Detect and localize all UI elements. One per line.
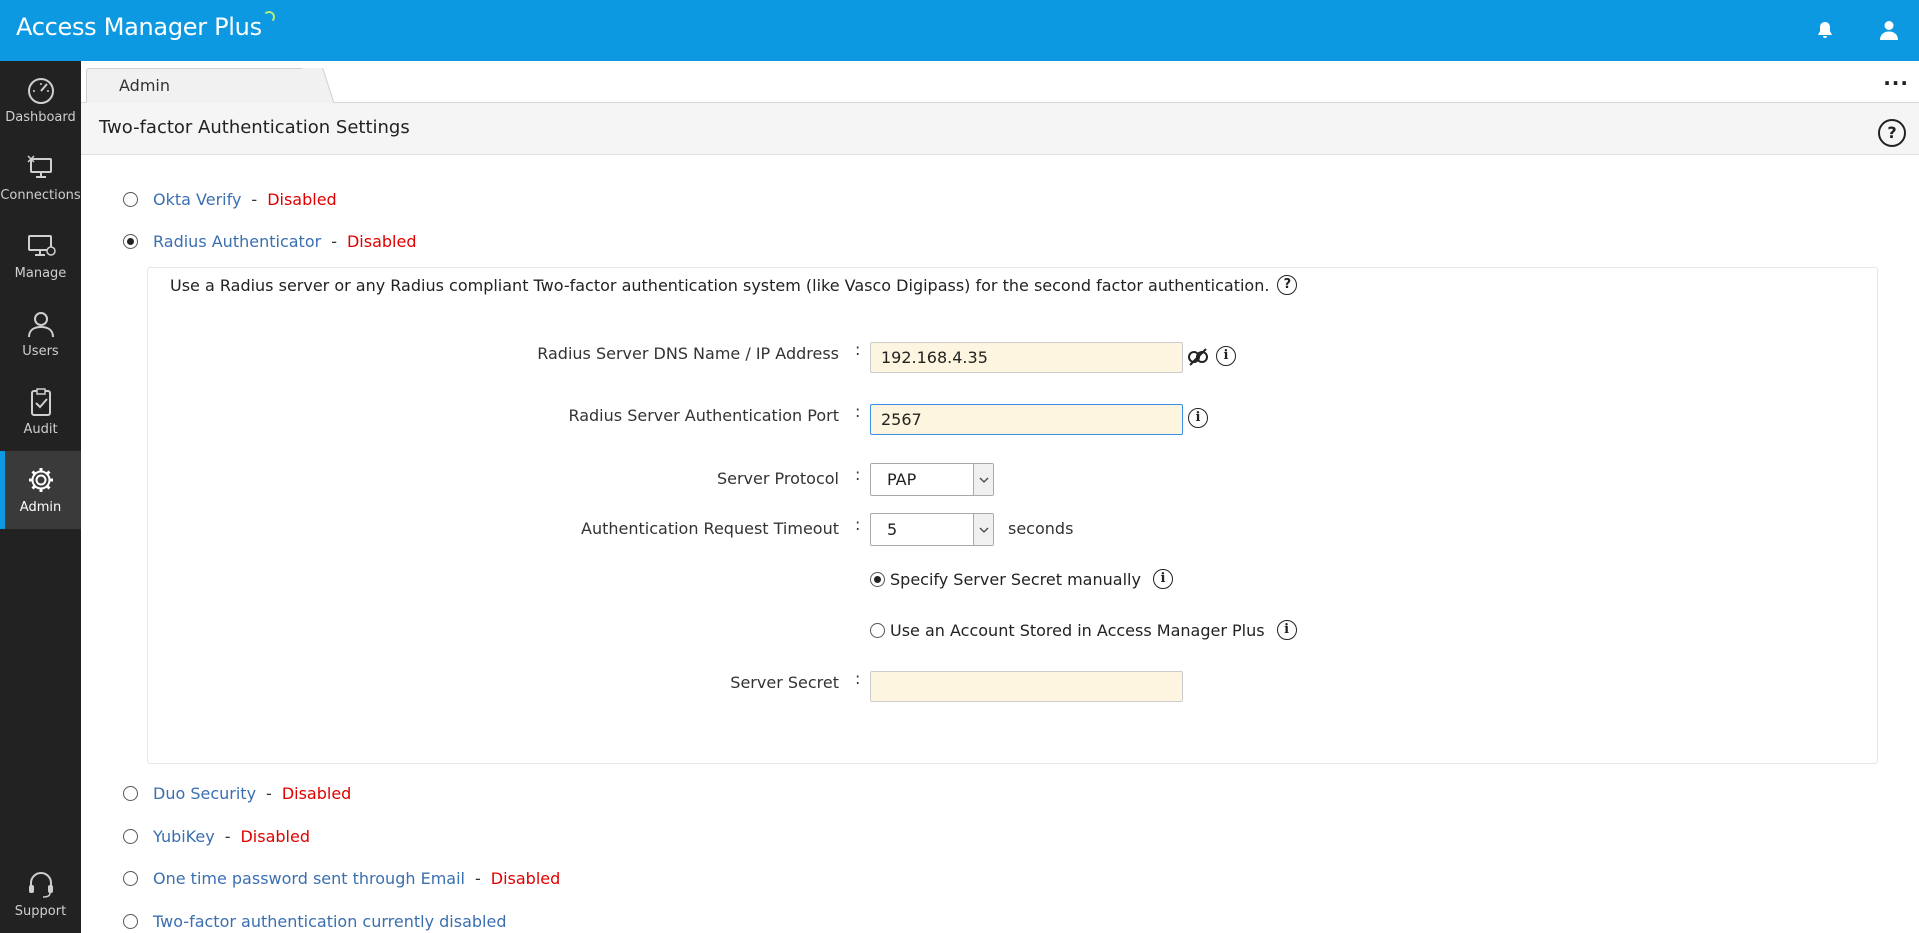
sidebar-item-audit[interactable]: Audit [0, 373, 81, 451]
sidebar-item-label: Users [22, 344, 59, 359]
radio-secret-manual[interactable] [870, 571, 885, 587]
option-email-otp[interactable]: One time password sent through Email - D… [123, 866, 560, 890]
option-name[interactable]: YubiKey [153, 827, 215, 846]
protocol-value: PAP [887, 470, 917, 489]
page-header: Two-factor Authentication Settings ? [81, 103, 1919, 155]
sidebar-item-support[interactable]: Support [0, 855, 81, 933]
tab-strip: Admin ··· [81, 61, 1919, 103]
option-name[interactable]: One time password sent through Email [153, 869, 465, 888]
option-status: Disabled [267, 189, 337, 209]
option-duo-security[interactable]: Duo Security - Disabled [123, 781, 351, 805]
field-colon: : [855, 669, 861, 688]
info-icon[interactable]: i [1152, 569, 1173, 589]
secret-manual-label[interactable]: Specify Server Secret manually [890, 570, 1141, 589]
option-separator: - [251, 189, 258, 209]
option-name[interactable]: Duo Security [153, 784, 256, 803]
user-icon[interactable] [1876, 17, 1902, 43]
sidebar-item-connections[interactable]: Connections [0, 139, 81, 217]
sidebar-item-label: Support [14, 904, 67, 919]
bell-icon[interactable] [1812, 17, 1838, 43]
chevron-down-icon[interactable] [973, 514, 993, 545]
radius-description: Use a Radius server or any Radius compli… [170, 275, 1298, 295]
radio-duo-security[interactable] [123, 785, 138, 801]
sidebar-item-users[interactable]: Users [0, 295, 81, 373]
server-secret-label: Server Secret [730, 673, 839, 692]
sidebar-item-label: Admin [19, 500, 62, 515]
field-colon: : [855, 465, 861, 484]
timeout-select[interactable]: 5 [870, 513, 994, 546]
app-logo[interactable]: Access Manager Plus [16, 11, 275, 41]
logo-swirl-icon [262, 11, 275, 23]
option-name[interactable]: Radius Authenticator [153, 232, 321, 251]
headset-icon [28, 872, 53, 898]
radio-yubikey[interactable] [123, 828, 138, 844]
server-secret-input[interactable] [870, 671, 1183, 702]
gear-icon [28, 468, 53, 492]
field-colon: : [855, 340, 861, 359]
option-separator: - [224, 826, 231, 846]
field-colon: : [855, 402, 861, 421]
radio-radius-authenticator[interactable] [123, 233, 138, 249]
option-okta-verify[interactable]: Okta Verify - Disabled [123, 187, 337, 211]
info-icon[interactable]: i [1276, 620, 1297, 640]
option-status: Disabled [240, 826, 310, 846]
secret-manual-option[interactable]: Specify Server Secret manually i [870, 569, 1173, 589]
link-off-icon[interactable] [1187, 347, 1209, 367]
app-title: Access Manager Plus [16, 13, 262, 41]
option-status: Disabled [490, 868, 561, 888]
clipboard-check-icon [30, 388, 51, 416]
more-options-icon[interactable]: ··· [1883, 71, 1909, 95]
secret-account-option[interactable]: Use an Account Stored in Access Manager … [870, 620, 1297, 640]
option-separator: - [266, 783, 272, 803]
manage-icon [27, 235, 56, 256]
info-icon[interactable]: i [1188, 408, 1208, 428]
timeout-unit: seconds [1008, 519, 1074, 538]
option-yubikey[interactable]: YubiKey - Disabled [123, 824, 310, 848]
tab-admin[interactable]: Admin [86, 68, 316, 103]
protocol-label: Server Protocol [716, 469, 839, 488]
option-separator: - [474, 868, 481, 888]
help-icon[interactable]: ? [1277, 275, 1298, 295]
server-dns-input[interactable] [870, 342, 1183, 373]
option-status: Disabled [281, 783, 352, 803]
radio-tfa-disabled[interactable] [123, 913, 138, 929]
radio-secret-account[interactable] [870, 622, 885, 638]
option-separator: - [331, 231, 337, 251]
sidebar-item-label: Dashboard [5, 110, 76, 125]
option-status: Disabled [346, 231, 417, 251]
tab-label: Admin [119, 76, 170, 95]
option-name[interactable]: Two-factor authentication currently disa… [153, 912, 507, 931]
secret-account-label[interactable]: Use an Account Stored in Access Manager … [890, 621, 1265, 640]
option-tfa-disabled[interactable]: Two-factor authentication currently disa… [123, 909, 507, 933]
timeout-label: Authentication Request Timeout [581, 519, 839, 538]
sidebar-item-label: Manage [14, 266, 67, 281]
info-icon[interactable]: i [1216, 346, 1236, 366]
help-icon[interactable]: ? [1878, 119, 1906, 147]
connections-icon [26, 155, 52, 178]
sidebar-item-manage[interactable]: Manage [0, 217, 81, 295]
radius-description-text: Use a Radius server or any Radius compli… [170, 275, 1270, 295]
server-dns-label: Radius Server DNS Name / IP Address [537, 344, 839, 363]
protocol-select[interactable]: PAP [870, 463, 994, 496]
radio-okta-verify[interactable] [123, 191, 138, 207]
option-name[interactable]: Okta Verify [153, 190, 241, 209]
sidebar-item-label: Audit [23, 422, 58, 437]
radio-email-otp[interactable] [123, 870, 138, 886]
page-title: Two-factor Authentication Settings [99, 117, 410, 138]
sidebar-item-admin[interactable]: Admin [0, 451, 81, 529]
sidebar-item-dashboard[interactable]: Dashboard [0, 61, 81, 139]
top-bar: Access Manager Plus [0, 0, 1919, 61]
gauge-icon [27, 78, 54, 104]
user-icon [27, 312, 54, 338]
sidebar: Dashboard Connections Manage Users Audit… [0, 61, 81, 933]
auth-port-label: Radius Server Authentication Port [568, 406, 839, 425]
auth-port-input[interactable] [870, 404, 1183, 435]
sidebar-item-label: Connections [0, 188, 81, 203]
chevron-down-icon[interactable] [973, 464, 993, 495]
field-colon: : [855, 515, 861, 534]
option-radius-authenticator[interactable]: Radius Authenticator - Disabled [123, 229, 416, 253]
timeout-value: 5 [887, 520, 898, 539]
